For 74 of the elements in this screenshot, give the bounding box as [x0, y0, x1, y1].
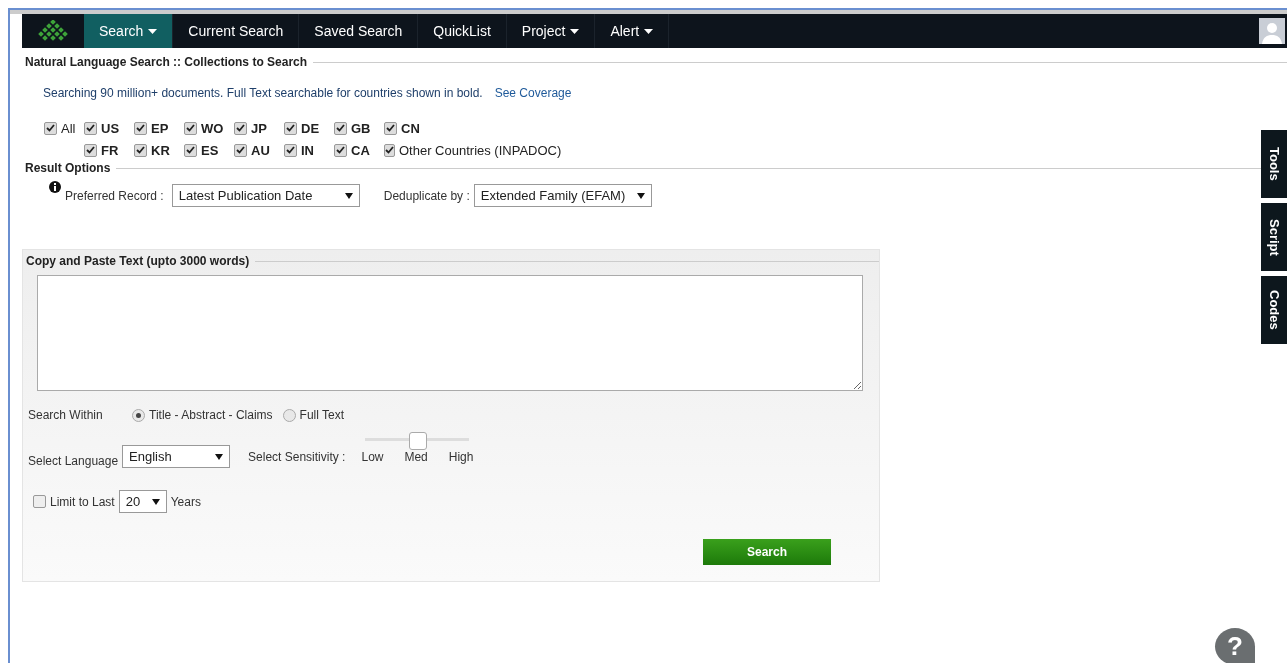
caret-icon: [644, 28, 654, 34]
checkbox[interactable]: [184, 121, 197, 135]
country-label: FR: [101, 142, 119, 158]
nav-menu-item[interactable]: Search: [84, 14, 174, 48]
nav-menu-item[interactable]: Current Search: [173, 14, 300, 48]
country-label: IN: [301, 142, 314, 158]
info-icon: [49, 181, 61, 193]
country-label: CN: [401, 120, 420, 136]
field-label: Search Within: [28, 408, 104, 422]
country-label: ES: [201, 142, 219, 158]
field-label: Select Sensitivity :: [248, 450, 346, 464]
caret-icon: [148, 28, 158, 34]
checkbox[interactable]: [284, 143, 297, 157]
see-coverage-link[interactable]: See Coverage: [494, 86, 572, 100]
radio-button[interactable]: [132, 408, 145, 422]
checkbox[interactable]: [84, 121, 97, 135]
field-label: Preferred Record :: [65, 188, 164, 203]
caret-icon: [215, 453, 224, 460]
side-tab[interactable]: Tools: [1261, 130, 1287, 198]
help-button[interactable]: ?: [1215, 628, 1255, 663]
checkbox[interactable]: [134, 143, 147, 157]
deduplicate-dropdown[interactable]: Extended Family (EFAM): [473, 184, 653, 207]
field-label: Select Language: [28, 454, 119, 468]
slider-label: Low: [361, 450, 384, 464]
caret-icon: [152, 498, 161, 505]
country-label: All: [61, 120, 76, 136]
preferred-record-dropdown[interactable]: Latest Publication Date: [171, 184, 360, 207]
country-label: EP: [151, 120, 169, 136]
checkbox[interactable]: [284, 121, 297, 135]
field-label: Limit to Last: [50, 494, 115, 509]
country-label: US: [101, 120, 120, 136]
country-label: KR: [151, 142, 170, 158]
checkbox[interactable]: [334, 143, 347, 157]
slider-label: Med: [404, 450, 428, 464]
country-label: AU: [251, 142, 270, 158]
section-title: Copy and Paste Text (upto 3000 words): [26, 254, 250, 268]
checkbox[interactable]: [384, 121, 397, 135]
field-label: Deduplicate by :: [383, 188, 470, 203]
section-title: Result Options: [25, 161, 111, 175]
checkbox[interactable]: [84, 143, 97, 157]
search-button[interactable]: Search: [703, 539, 831, 565]
checkbox[interactable]: [134, 121, 147, 135]
checkbox[interactable]: [44, 121, 57, 135]
years-dropdown[interactable]: 20: [118, 490, 167, 513]
nav-menu-item[interactable]: Project: [506, 14, 596, 48]
country-label: CA: [351, 142, 370, 158]
country-label: WO: [201, 120, 224, 136]
slider-label: High: [448, 450, 474, 464]
caret-icon: [570, 28, 580, 34]
checkbox[interactable]: [234, 143, 247, 157]
checkbox[interactable]: [33, 495, 46, 508]
country-label: Other Countries (INPADOC): [399, 142, 562, 158]
checkbox[interactable]: [234, 121, 247, 135]
checkbox[interactable]: [184, 143, 197, 157]
caret-icon: [344, 192, 353, 199]
text-input-area[interactable]: [37, 275, 863, 391]
side-tab[interactable]: Script: [1261, 203, 1287, 271]
section-title: Natural Language Search :: Collections to Search: [25, 55, 308, 69]
side-tab[interactable]: Codes: [1261, 276, 1287, 344]
nav-menu-item[interactable]: QuickList: [418, 14, 507, 48]
country-label: GB: [351, 120, 371, 136]
nav-menu-item[interactable]: Alert: [595, 14, 670, 48]
nav-menu-item[interactable]: Saved Search: [299, 14, 419, 48]
radio-label: Title - Abstract - Claims: [149, 408, 273, 422]
info-text: Searching 90 million+ documents. Full Text searchable for countries shown in bold.: [43, 86, 483, 100]
radio-button[interactable]: [282, 408, 296, 422]
country-label: DE: [301, 120, 320, 136]
checkbox[interactable]: [384, 143, 395, 157]
country-label: JP: [251, 120, 267, 136]
language-dropdown[interactable]: English: [122, 445, 231, 468]
caret-icon: [637, 192, 646, 199]
field-label: Years: [170, 494, 201, 509]
radio-label: Full Text: [299, 408, 345, 422]
checkbox[interactable]: [334, 121, 347, 135]
